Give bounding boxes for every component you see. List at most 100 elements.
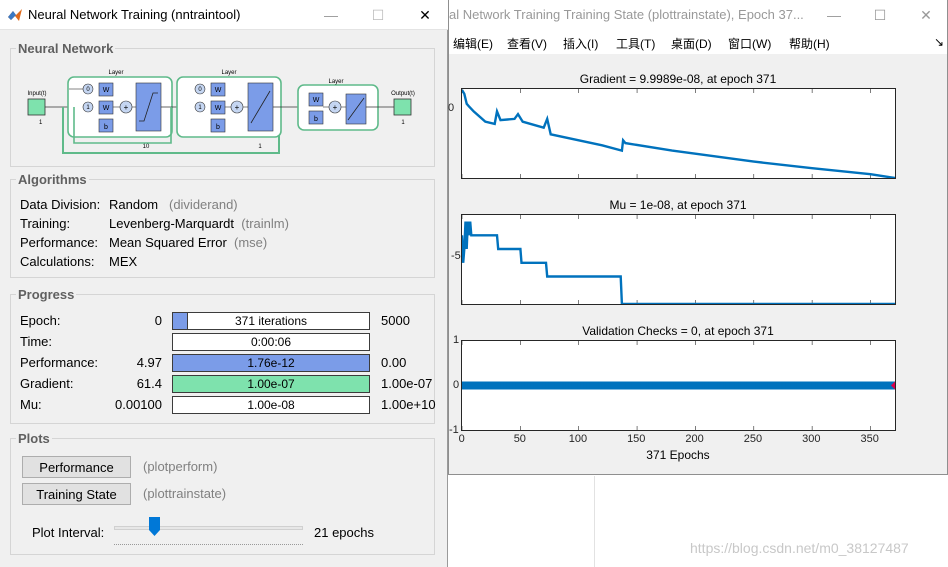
validation-ytick-mid: 0 [453,379,460,391]
nntraintool-window: Neural Network Training (nntraintool) — … [0,0,448,567]
menu-insert[interactable]: 插入(I) [563,35,598,52]
mu-line-plot [462,215,895,304]
svg-text:1: 1 [39,120,43,126]
algorithms-heading: Algorithms [16,172,89,187]
bg-minimize-button[interactable]: — [811,0,857,30]
progress-row-epoch: Epoch: 0 371 iterations 5000 [20,312,430,330]
x-tick-label: 200 [685,433,704,445]
watermark-text: https://blog.csdn.net/m0_38127487 [690,540,909,556]
slider-thumb[interactable] [148,517,160,536]
validation-ytick-top: 1 [453,334,460,346]
progress-label: Gradient: [20,376,74,391]
fg-maximize-button[interactable]: ☐ [355,0,401,30]
svg-text:+: + [124,103,129,112]
validation-plot-title: Validation Checks = 0, at epoch 371 [582,324,774,338]
menu-help[interactable]: 帮助(H) [789,35,830,52]
plots-panel: Plots Performance (plotperform) Training… [10,431,435,555]
bg-window-title: al Network Training Training State (plot… [449,7,804,22]
progress-label: Mu: [20,397,42,412]
fg-minimize-button[interactable]: — [308,0,354,30]
mu-ytick: -5 [451,250,461,262]
progress-max: 1.00e-07 [381,376,433,391]
bg-maximize-button[interactable]: ☐ [857,0,903,30]
menu-window[interactable]: 窗口(W) [728,35,771,52]
matlab-logo-icon [8,9,22,21]
svg-text:W: W [313,97,320,104]
plots-heading: Plots [16,431,52,446]
svg-text:+: + [333,103,338,112]
plot-interval-label: Plot Interval: [32,525,105,540]
plot-interval-slider[interactable] [110,515,307,547]
bg-title-bar[interactable]: al Network Training Training State (plot… [449,0,947,30]
progress-bar-text: 1.00e-07 [247,377,295,391]
svg-text:Layer: Layer [108,70,123,76]
fg-window-title: Neural Network Training (nntraintool) [28,7,241,22]
plot-performance-fn: (plotperform) [143,459,218,474]
gradient-series-line [462,89,895,178]
svg-text:10: 10 [143,144,150,150]
algorithm-label: Performance: [20,235,99,250]
svg-text:Layer: Layer [328,79,343,85]
menu-dock-arrow-icon[interactable]: ↘ [934,35,944,49]
x-tick-label: 150 [627,433,646,445]
progress-label: Epoch: [20,313,61,328]
x-axis-label: 371 Epochs [646,448,710,462]
menu-edit[interactable]: 编辑(E) [453,35,493,52]
fg-title-bar[interactable]: Neural Network Training (nntraintool) — … [0,0,448,30]
progress-bar: 1.00e-07 [172,375,370,393]
menu-view[interactable]: 查看(V) [507,35,547,52]
progress-label: Performance: [20,355,99,370]
progress-min: 0.00100 [115,397,162,412]
x-tick-label: 0 [458,433,465,445]
progress-bar-text: 1.76e-12 [247,356,295,370]
bg-menu-bar: 编辑(E) 查看(V) 插入(I) 工具(T) 桌面(D) 窗口(W) 帮助(H… [449,30,947,54]
menu-tools[interactable]: 工具(T) [616,35,655,52]
gradient-line-plot [462,89,895,178]
validation-axes[interactable] [461,340,896,431]
gradient-plot-title: Gradient = 9.9989e-08, at epoch 371 [579,72,777,86]
progress-heading: Progress [16,287,77,302]
progress-bar: 0:00:06 [172,333,370,351]
menu-desktop[interactable]: 桌面(D) [671,35,712,52]
progress-max: 5000 [381,313,410,328]
plot-interval-value: 21 epochs [314,525,374,540]
progress-max: 0.00 [381,355,407,370]
algorithms-panel: Algorithms Data Division: Random (divide… [10,172,435,278]
svg-text:1: 1 [258,144,262,150]
plot-training-state-button[interactable]: Training State [22,483,131,505]
progress-panel: Progress Epoch: 0 371 iterations 5000 Time: 0… [10,287,436,424]
progress-row-mu: Mu: 0.00100 1.00e-08 1.00e+10 [20,396,436,414]
validation-ytick-bottom: -1 [449,424,459,436]
gradient-axes[interactable] [461,88,896,179]
algorithm-value: Mean Squared Error (mse) [109,235,268,250]
mu-axes[interactable] [461,214,896,305]
svg-text:b: b [314,116,318,123]
x-tick-label: 100 [568,433,588,445]
plot-training-state-fn: (plottrainstate) [143,486,227,501]
progress-bar: 1.00e-08 [172,396,370,414]
algorithm-value: MEX [109,254,138,269]
slider-track [114,526,303,530]
mu-plot-title: Mu = 1e-08, at epoch 371 [609,198,747,212]
x-tick-label: 300 [802,433,821,445]
svg-text:Output(t): Output(t) [391,91,415,97]
progress-row-performance: Performance: 4.97 1.76e-12 0.00 [20,354,430,372]
plot-area: Gradient = 9.9989e-08, at epoch 371 0 Mu… [448,54,947,474]
svg-text:W: W [103,87,110,94]
bg-close-button[interactable]: ✕ [903,0,948,30]
svg-text:W: W [215,87,222,94]
progress-label: Time: [20,334,53,349]
progress-min: 61.4 [136,376,162,391]
progress-row-time: Time: 0:00:06 [20,333,430,351]
x-tick-label: 50 [513,433,526,445]
svg-text:W: W [215,105,222,112]
svg-text:Input(t): Input(t) [27,91,46,97]
algorithm-label: Training: [20,216,71,231]
progress-bar: 1.76e-12 [172,354,370,372]
plot-performance-button[interactable]: Performance [22,456,131,478]
network-diagram: Input(t) 1 Layer 0 1 W W b + 10 Layer 0 … [27,70,415,154]
svg-text:W: W [103,105,110,112]
svg-text:1: 1 [401,120,405,126]
fg-close-button[interactable]: ✕ [402,0,448,30]
svg-text:b: b [216,124,220,131]
